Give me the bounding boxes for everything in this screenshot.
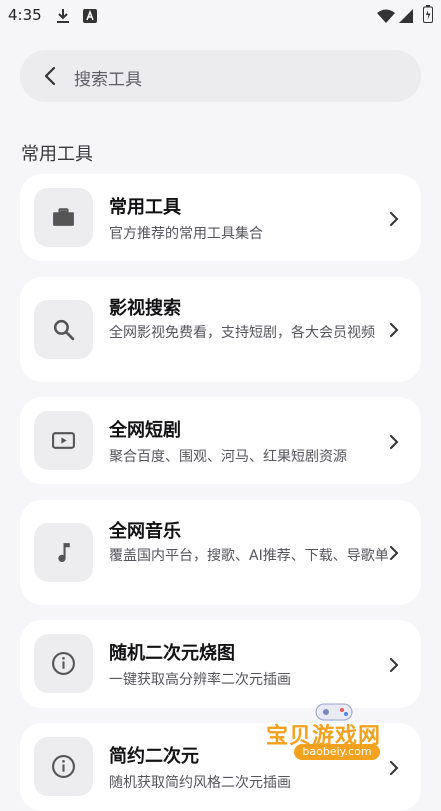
- back-arrow-icon[interactable]: [40, 65, 62, 87]
- search-bar[interactable]: 搜索工具: [20, 50, 421, 102]
- card-description: 覆盖国内平台，搜歌、AI推荐、下载、导歌单: [109, 548, 389, 564]
- status-time: 4:35: [8, 6, 42, 24]
- card-title: 常用工具: [109, 197, 181, 218]
- search-input[interactable]: 搜索工具: [74, 65, 142, 90]
- card-description: 聚合百度、围观、河马、红果短剧资源: [109, 449, 347, 465]
- tool-card-common-tools[interactable]: 常用工具 官方推荐的常用工具集合: [20, 174, 421, 261]
- tool-card-random-anime[interactable]: 随机二次元烧图 一键获取高分辨率二次元插画: [20, 620, 421, 708]
- app-notification-icon: [83, 8, 97, 27]
- play-video-icon: [34, 411, 93, 470]
- card-title: 全网短剧: [109, 420, 181, 441]
- wifi-icon: [377, 8, 395, 27]
- briefcase-icon: [34, 188, 93, 247]
- download-icon: [56, 8, 70, 28]
- chevron-right-icon: [387, 545, 401, 560]
- chevron-right-icon: [387, 657, 401, 672]
- search-icon: [34, 300, 93, 359]
- card-description: 一键获取高分辨率二次元插画: [109, 672, 291, 688]
- info-icon: [34, 737, 93, 796]
- signal-icon: [399, 8, 413, 27]
- tool-card-video-search[interactable]: 影视搜索 全网影视免费看，支持短剧，各大会员视频: [20, 277, 421, 382]
- chevron-right-icon: [387, 211, 401, 226]
- status-bar: 4:35: [0, 0, 441, 32]
- card-title: 随机二次元烧图: [109, 643, 235, 664]
- watermark-url: baobeiy.com: [294, 744, 380, 760]
- chevron-right-icon: [387, 434, 401, 449]
- card-title: 全网音乐: [109, 521, 181, 542]
- info-icon: [34, 634, 93, 693]
- tool-card-short-drama[interactable]: 全网短剧 聚合百度、围观、河马、红果短剧资源: [20, 397, 421, 484]
- card-title: 简约二次元: [109, 746, 199, 767]
- battery-icon: [423, 5, 433, 27]
- watermark: 宝贝游戏网 baobeiy.com: [262, 700, 412, 770]
- card-description: 官方推荐的常用工具集合: [109, 226, 263, 242]
- card-title: 影视搜索: [109, 298, 181, 319]
- card-description: 全网影视免费看，支持短剧，各大会员视频: [109, 325, 375, 341]
- chevron-right-icon: [387, 322, 401, 337]
- music-note-icon: [34, 523, 93, 582]
- section-title: 常用工具: [21, 144, 93, 165]
- tool-card-music[interactable]: 全网音乐 覆盖国内平台，搜歌、AI推荐、下载、导歌单: [20, 500, 421, 605]
